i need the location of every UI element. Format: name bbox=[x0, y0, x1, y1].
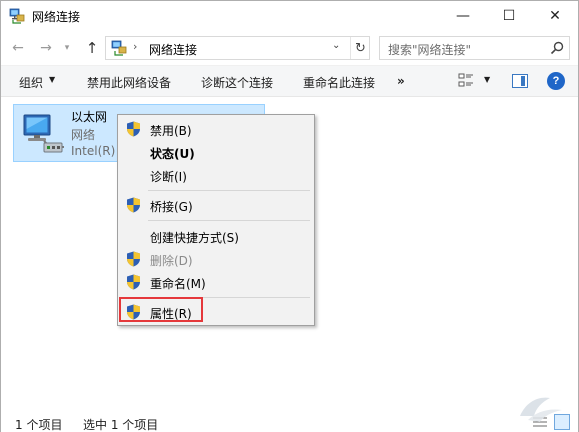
command-bar: 组织 ▼ 禁用此网络设备 诊断这个连接 重命名此连接 » ▼ ? bbox=[1, 65, 578, 97]
uac-shield-icon bbox=[127, 274, 140, 290]
recent-locations-button[interactable]: ▾ bbox=[59, 37, 75, 59]
menu-separator bbox=[148, 190, 310, 191]
breadcrumb-network-connections[interactable]: 网络连接 bbox=[149, 41, 197, 58]
uac-shield-icon bbox=[127, 197, 140, 213]
maximize-button[interactable]: ☐ bbox=[486, 1, 532, 31]
refresh-button[interactable]: ↻ bbox=[350, 37, 370, 59]
menu-item-rename[interactable]: 重命名(M) bbox=[120, 271, 312, 293]
search-input[interactable]: 搜索"网络连接" bbox=[388, 41, 471, 58]
network-connections-icon bbox=[111, 40, 127, 56]
context-menu: 禁用(B) 状态(U) 诊断(I) 桥接(G) 创建快捷方式(S) 删除(D) … bbox=[117, 114, 315, 326]
arrow-left-icon: ← bbox=[12, 40, 24, 56]
menu-item-label: 桥接(G) bbox=[150, 200, 193, 214]
up-button[interactable]: ↑ bbox=[81, 37, 103, 59]
menu-item-bridge[interactable]: 桥接(G) bbox=[120, 194, 312, 216]
status-bar: 1 个项目 选中 1 个项目 bbox=[1, 408, 578, 432]
breadcrumb-separator-icon[interactable]: › bbox=[133, 40, 137, 53]
menu-item-label: 诊断(I) bbox=[150, 170, 187, 184]
search-box[interactable]: 搜索"网络连接" bbox=[379, 36, 570, 60]
menu-item-create-shortcut[interactable]: 创建快捷方式(S) bbox=[120, 225, 312, 247]
organize-button[interactable]: 组织 bbox=[19, 74, 43, 91]
menu-separator bbox=[148, 220, 310, 221]
item-device: Intel(R) bbox=[71, 144, 116, 158]
minimize-button[interactable]: — bbox=[440, 1, 486, 31]
help-button[interactable]: ? bbox=[547, 72, 565, 90]
chevron-down-icon: ▼ bbox=[49, 75, 56, 84]
properties-highlight-box bbox=[119, 297, 203, 322]
address-history-dropdown[interactable]: ⌄ bbox=[332, 40, 340, 51]
menu-item-label: 创建快捷方式(S) bbox=[150, 231, 239, 245]
arrow-up-icon: ↑ bbox=[85, 39, 99, 57]
diagnose-connection-button[interactable]: 诊断这个连接 bbox=[201, 74, 273, 91]
forward-button[interactable]: → bbox=[35, 37, 57, 59]
rename-connection-button[interactable]: 重命名此连接 bbox=[303, 74, 375, 91]
help-icon: ? bbox=[552, 75, 560, 87]
more-commands-button[interactable]: » bbox=[397, 74, 405, 88]
network-connections-icon bbox=[9, 8, 25, 24]
disable-device-button[interactable]: 禁用此网络设备 bbox=[87, 74, 171, 91]
menu-item-disable[interactable]: 禁用(B) bbox=[120, 118, 312, 140]
item-status: 网络 bbox=[71, 128, 96, 142]
refresh-icon: ↻ bbox=[355, 40, 366, 56]
address-bar[interactable]: › 网络连接 ⌄ ↻ bbox=[105, 36, 370, 60]
menu-item-label: 禁用(B) bbox=[150, 124, 192, 138]
menu-item-label: 重命名(M) bbox=[150, 277, 206, 291]
uac-shield-icon bbox=[127, 251, 140, 267]
close-icon: ✕ bbox=[549, 8, 561, 24]
menu-item-label: 删除(D) bbox=[150, 254, 193, 268]
window-title: 网络连接 bbox=[32, 10, 81, 24]
preview-pane-button[interactable] bbox=[512, 74, 528, 88]
minimize-icon: — bbox=[456, 8, 470, 24]
ethernet-adapter-icon bbox=[23, 114, 64, 153]
menu-item-label: 状态(U) bbox=[150, 147, 195, 161]
watermark-logo-icon bbox=[520, 397, 562, 422]
explorer-window: 网络连接 — ☐ ✕ ← → ▾ ↑ › 网络连接 ⌄ ↻ 搜索"网络连接" 组… bbox=[0, 0, 579, 432]
item-name: 以太网 bbox=[71, 110, 108, 124]
back-button[interactable]: ← bbox=[7, 37, 29, 59]
menu-item-status[interactable]: 状态(U) bbox=[120, 141, 312, 163]
maximize-icon: ☐ bbox=[502, 8, 516, 24]
title-bar: 网络连接 — ☐ ✕ bbox=[1, 1, 578, 31]
chevron-down-icon[interactable]: ▼ bbox=[484, 75, 490, 84]
search-icon bbox=[550, 41, 564, 55]
change-view-icon[interactable] bbox=[457, 72, 475, 90]
close-button[interactable]: ✕ bbox=[532, 1, 578, 31]
arrow-right-icon: → bbox=[40, 40, 52, 56]
menu-item-delete: 删除(D) bbox=[120, 248, 312, 270]
selected-count: 选中 1 个项目 bbox=[83, 418, 159, 432]
menu-item-diagnose[interactable]: 诊断(I) bbox=[120, 164, 312, 186]
address-row: ← → ▾ ↑ › 网络连接 ⌄ ↻ 搜索"网络连接" bbox=[1, 31, 578, 65]
uac-shield-icon bbox=[127, 121, 140, 137]
item-count: 1 个项目 bbox=[15, 418, 63, 432]
chevron-down-icon: ▾ bbox=[64, 43, 70, 53]
